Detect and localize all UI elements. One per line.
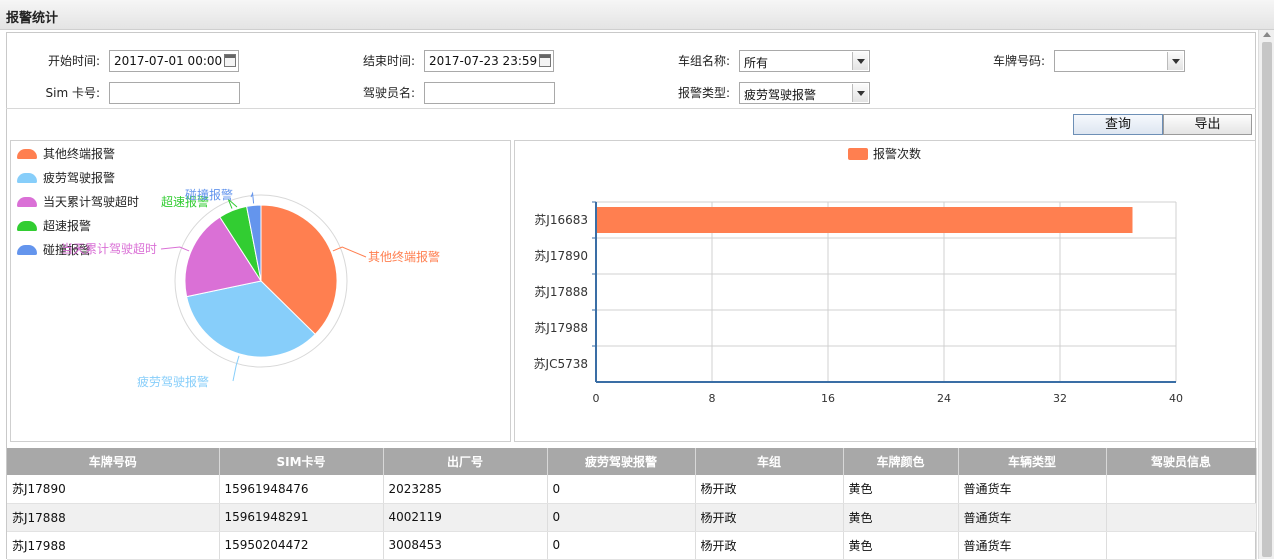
end-time-input[interactable]: 2017-07-23 23:59 (424, 50, 554, 72)
column-header[interactable]: 驾驶员信息 (1106, 448, 1257, 475)
y-category-label: 苏J17890 (534, 249, 588, 263)
column-header[interactable]: 车辆类型 (958, 448, 1107, 475)
table-cell: 0 (547, 531, 696, 560)
table-cell: 0 (547, 503, 696, 532)
table-header-row: 车牌号码 SIM卡号 出厂号 疲劳驾驶报警 车组 车牌颜色 车辆类型 驾驶员信息 (7, 448, 1257, 475)
scroll-thumb[interactable] (1262, 42, 1272, 557)
scroll-up-arrow-icon[interactable] (1263, 32, 1271, 37)
table-row[interactable]: 苏J17988 15950204472 3008453 0 杨开政 黄色 普通货… (7, 531, 1257, 560)
table-cell: 普通货车 (958, 531, 1107, 560)
pie-leader-line (332, 246, 367, 258)
bar[interactable] (597, 207, 1133, 233)
x-tick-label: 0 (593, 392, 600, 405)
table-cell: 3008453 (383, 531, 548, 560)
plate-number-label: 车牌号码: (992, 54, 1045, 68)
driver-name-input[interactable] (424, 82, 555, 104)
column-header[interactable]: SIM卡号 (219, 448, 384, 475)
sim-number-label: Sim 卡号: (45, 86, 101, 100)
alarm-table: 车牌号码 SIM卡号 出厂号 疲劳驾驶报警 车组 车牌颜色 车辆类型 驾驶员信息… (7, 448, 1257, 560)
pie-chart: 其他终端报警 疲劳驾驶报警 当天累计驾驶超时 超速报警 碰撞报警 (61, 187, 440, 389)
pie-leader-line (232, 355, 240, 382)
sim-number-input[interactable] (109, 82, 240, 104)
table-cell: 0 (547, 475, 696, 504)
export-button[interactable]: 导出 (1163, 114, 1252, 135)
calendar-icon[interactable] (539, 54, 551, 67)
column-header[interactable]: 车组 (695, 448, 844, 475)
x-tick-label: 24 (937, 392, 951, 405)
x-tick-label: 32 (1053, 392, 1067, 405)
table-row[interactable]: 苏J17888 15961948291 4002119 0 杨开政 黄色 普通货… (7, 503, 1257, 532)
chevron-down-icon[interactable] (1167, 52, 1183, 70)
y-category-label: 苏JC5738 (534, 357, 588, 371)
table-cell: 15961948476 (219, 475, 384, 504)
table-cell: 2023285 (383, 475, 548, 504)
pie-label-other: 其他终端报警 (368, 249, 440, 264)
calendar-icon[interactable] (224, 54, 236, 67)
plate-number-select[interactable] (1054, 50, 1185, 72)
table-row[interactable]: 苏J17890 15961948476 2023285 0 杨开政 黄色 普通货… (7, 475, 1257, 504)
chevron-down-icon[interactable] (852, 84, 868, 102)
end-time-label: 结束时间: (362, 54, 415, 68)
alarm-type-select[interactable]: 疲劳驾驶报警 (739, 82, 870, 104)
column-header[interactable]: 出厂号 (383, 448, 548, 475)
table-cell: 苏J17888 (7, 503, 220, 532)
table-cell: 黄色 (843, 531, 959, 560)
group-name-value: 所有 (744, 56, 769, 70)
column-header[interactable]: 车牌颜色 (843, 448, 959, 475)
group-name-label: 车组名称: (677, 54, 730, 68)
column-header[interactable]: 车牌号码 (7, 448, 220, 475)
chevron-down-icon[interactable] (852, 52, 868, 70)
table-cell: 普通货车 (958, 475, 1107, 504)
filter-divider (6, 108, 1256, 109)
bar-chart-panel: 报警次数 0 8 16 24 32 40 苏J16683 苏J17890 苏J17888 苏J17… (514, 140, 1256, 442)
table-cell: 苏J17988 (7, 531, 220, 560)
x-tick-label: 40 (1169, 392, 1183, 405)
table-cell: 4002119 (383, 503, 548, 532)
table-cell: 普通货车 (958, 503, 1107, 532)
table-cell: 杨开政 (695, 503, 844, 532)
start-time-input[interactable]: 2017-07-01 00:00 (109, 50, 239, 72)
title-bar: 报警统计 (0, 0, 1274, 30)
query-button[interactable]: 查询 (1073, 114, 1163, 135)
y-category-label: 苏J16683 (534, 213, 588, 227)
table-cell: 黄色 (843, 475, 959, 504)
column-header[interactable]: 疲劳驾驶报警 (547, 448, 696, 475)
table-cell: 杨开政 (695, 475, 844, 504)
group-name-select[interactable]: 所有 (739, 50, 870, 72)
table-cell (1106, 531, 1257, 560)
y-category-label: 苏J17988 (534, 321, 588, 335)
table-cell: 杨开政 (695, 531, 844, 560)
alarm-type-label: 报警类型: (677, 86, 730, 100)
table-cell: 15961948291 (219, 503, 384, 532)
vertical-scrollbar[interactable] (1258, 30, 1274, 559)
table-cell: 15950204472 (219, 531, 384, 560)
pie-label-collision: 碰撞报警 (185, 187, 233, 202)
pie-leader-line (160, 246, 190, 252)
pie-label-daily-overtime: 当天累计驾驶超时 (61, 241, 157, 256)
x-tick-label: 16 (821, 392, 835, 405)
y-category-label: 苏J17888 (534, 285, 588, 299)
driver-name-label: 驾驶员名: (362, 86, 415, 100)
page-title: 报警统计 (6, 11, 59, 26)
table-cell: 苏J17890 (7, 475, 220, 504)
bar-chart: 0 8 16 24 32 40 苏J16683 苏J17890 苏J17888 苏J17988 苏J… (534, 201, 1183, 405)
table-cell (1106, 503, 1257, 532)
table-cell (1106, 475, 1257, 504)
pie-leader-line (250, 191, 255, 204)
pie-label-fatigue: 疲劳驾驶报警 (137, 374, 209, 389)
end-time-value: 2017-07-23 23:59 (429, 54, 538, 68)
alarm-type-value: 疲劳驾驶报警 (744, 88, 817, 102)
pie-chart-panel: 其他终端报警 疲劳驾驶报警 当天累计驾驶超时 超速报警 碰撞报警 其他终端报警 … (10, 140, 511, 442)
start-time-value: 2017-07-01 00:00 (114, 54, 223, 68)
start-time-label: 开始时间: (47, 54, 100, 68)
x-tick-label: 8 (709, 392, 716, 405)
table-cell: 黄色 (843, 503, 959, 532)
